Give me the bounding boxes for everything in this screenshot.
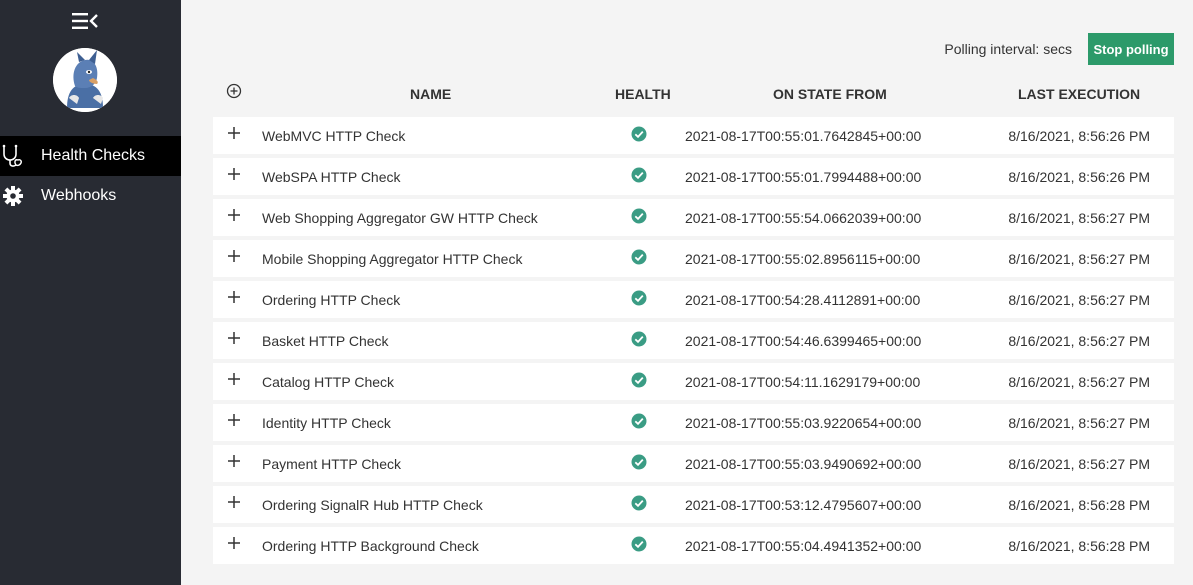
expand-row-icon[interactable] xyxy=(227,249,241,263)
check-name: Mobile Shopping Aggregator HTTP Check xyxy=(262,251,523,267)
on-state-from-value: 2021-08-17T00:55:03.9220654+00:00 xyxy=(685,415,922,431)
on-state-from-value: 2021-08-17T00:54:46.6399465+00:00 xyxy=(685,333,922,349)
check-circle-icon xyxy=(631,495,647,511)
check-circle-icon xyxy=(631,249,647,265)
expand-row-icon[interactable] xyxy=(227,331,241,345)
table-header: NAME HEALTH ON STATE FROM LAST EXECUTION xyxy=(213,80,1174,106)
sidebar-item-label: Health Checks xyxy=(41,147,146,164)
on-state-from-value: 2021-08-17T00:55:54.0662039+00:00 xyxy=(685,210,922,226)
stethoscope-icon xyxy=(0,143,26,169)
last-execution-value: 8/16/2021, 8:56:27 PM xyxy=(1008,210,1150,226)
check-name: Ordering HTTP Check xyxy=(262,292,401,308)
health-check-list: WebMVC HTTP Check 2021-08-17T00:55:01.764… xyxy=(213,117,1174,568)
last-execution-value: 8/16/2021, 8:56:27 PM xyxy=(1008,251,1150,267)
check-circle-icon xyxy=(631,372,647,388)
last-execution-value: 8/16/2021, 8:56:26 PM xyxy=(1008,169,1150,185)
last-execution-value: 8/16/2021, 8:56:27 PM xyxy=(1008,415,1150,431)
table-row: Payment HTTP Check 2021-08-17T00:55:03.94… xyxy=(213,445,1174,482)
expand-row-icon[interactable] xyxy=(227,372,241,386)
check-name: WebSPA HTTP Check xyxy=(262,169,401,185)
check-circle-icon xyxy=(631,454,647,470)
check-circle-icon xyxy=(631,536,647,552)
check-name: Basket HTTP Check xyxy=(262,333,389,349)
check-circle-icon xyxy=(631,208,647,224)
on-state-from-value: 2021-08-17T00:53:12.4795607+00:00 xyxy=(685,497,922,513)
check-circle-icon xyxy=(631,290,647,306)
header-last-execution[interactable]: LAST EXECUTION xyxy=(1018,86,1140,102)
main-content: Polling interval: secs Stop polling NAME… xyxy=(181,0,1193,585)
sidebar: Health Checks Webhooks xyxy=(0,0,181,585)
table-row: WebSPA HTTP Check 2021-08-17T00:55:01.799… xyxy=(213,158,1174,195)
on-state-from-value: 2021-08-17T00:55:04.4941352+00:00 xyxy=(685,538,922,554)
sidebar-item-health-checks[interactable]: Health Checks xyxy=(0,136,181,176)
table-row: Mobile Shopping Aggregator HTTP Check 202… xyxy=(213,240,1174,277)
header-health[interactable]: HEALTH xyxy=(615,86,671,102)
table-row: Ordering HTTP Check 2021-08-17T00:54:28.4… xyxy=(213,281,1174,318)
last-execution-value: 8/16/2021, 8:56:26 PM xyxy=(1008,128,1150,144)
table-row: Web Shopping Aggregator GW HTTP Check 202… xyxy=(213,199,1174,236)
gear-icon xyxy=(0,183,26,209)
check-circle-icon xyxy=(631,331,647,347)
header-name[interactable]: NAME xyxy=(410,86,451,102)
check-name: Ordering SignalR Hub HTTP Check xyxy=(262,497,483,513)
expand-row-icon[interactable] xyxy=(227,536,241,550)
expand-row-icon[interactable] xyxy=(227,167,241,181)
on-state-from-value: 2021-08-17T00:55:01.7642845+00:00 xyxy=(685,128,922,144)
on-state-from-value: 2021-08-17T00:54:11.1629179+00:00 xyxy=(685,374,921,390)
last-execution-value: 8/16/2021, 8:56:27 PM xyxy=(1008,292,1150,308)
check-name: Catalog HTTP Check xyxy=(262,374,395,390)
expand-row-icon[interactable] xyxy=(227,413,241,427)
table-row: WebMVC HTTP Check 2021-08-17T00:55:01.764… xyxy=(213,117,1174,154)
table-row: Catalog HTTP Check 2021-08-17T00:54:11.16… xyxy=(213,363,1174,400)
check-circle-icon xyxy=(631,126,647,142)
sidebar-item-webhooks[interactable]: Webhooks xyxy=(0,176,181,216)
on-state-from-value: 2021-08-17T00:55:02.8956115+00:00 xyxy=(685,251,921,267)
last-execution-value: 8/16/2021, 8:56:27 PM xyxy=(1008,333,1150,349)
header-on-state-from[interactable]: ON STATE FROM xyxy=(773,86,887,102)
check-name: Identity HTTP Check xyxy=(262,415,391,431)
check-name: Web Shopping Aggregator GW HTTP Check xyxy=(262,210,538,226)
last-execution-value: 8/16/2021, 8:56:28 PM xyxy=(1008,497,1150,513)
check-name: Payment HTTP Check xyxy=(262,456,402,472)
table-row: Ordering SignalR Hub HTTP Check 2021-08-1… xyxy=(213,486,1174,523)
stop-polling-button[interactable]: Stop polling xyxy=(1088,33,1174,65)
avatar xyxy=(53,48,117,112)
table-row: Identity HTTP Check 2021-08-17T00:55:03.9… xyxy=(213,404,1174,441)
check-name: Ordering HTTP Background Check xyxy=(262,538,479,554)
table-row: Basket HTTP Check 2021-08-17T00:54:46.639… xyxy=(213,322,1174,359)
expand-row-icon[interactable] xyxy=(227,126,241,140)
expand-row-icon[interactable] xyxy=(227,208,241,222)
expand-row-icon[interactable] xyxy=(227,454,241,468)
expand-row-icon[interactable] xyxy=(227,290,241,304)
last-execution-value: 8/16/2021, 8:56:27 PM xyxy=(1008,374,1150,390)
check-circle-icon xyxy=(631,167,647,183)
last-execution-value: 8/16/2021, 8:56:28 PM xyxy=(1008,538,1150,554)
expand-row-icon[interactable] xyxy=(227,495,241,509)
expand-all-icon[interactable] xyxy=(226,83,242,99)
on-state-from-value: 2021-08-17T00:55:03.9490692+00:00 xyxy=(685,456,922,472)
polling-interval-label: Polling interval: secs xyxy=(944,41,1072,57)
on-state-from-value: 2021-08-17T00:54:28.4112891+00:00 xyxy=(685,292,921,308)
check-circle-icon xyxy=(631,413,647,429)
table-row: Ordering HTTP Background Check 2021-08-17… xyxy=(213,527,1174,564)
menu-collapse-icon[interactable] xyxy=(72,11,98,31)
sidebar-item-label: Webhooks xyxy=(41,187,117,204)
last-execution-value: 8/16/2021, 8:56:27 PM xyxy=(1008,456,1150,472)
on-state-from-value: 2021-08-17T00:55:01.7994488+00:00 xyxy=(685,169,922,185)
check-name: WebMVC HTTP Check xyxy=(262,128,406,144)
